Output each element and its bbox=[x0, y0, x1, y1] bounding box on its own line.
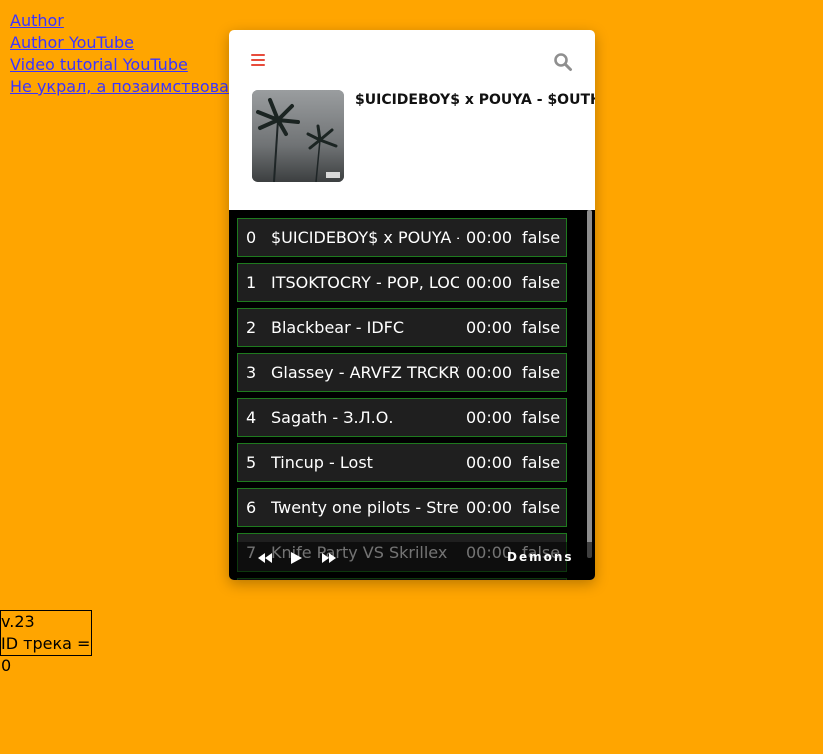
track-row[interactable]: 4 Sagath - З.Л.О. 00:00 false bbox=[237, 398, 567, 437]
track-time: 00:00 bbox=[466, 273, 513, 292]
track-list: 0 $UICIDEBOY$ x POUYA - $OUTH SIDE SUICID… bbox=[237, 218, 567, 580]
playlist-scrollbar[interactable] bbox=[587, 210, 592, 558]
track-time: 00:00 bbox=[466, 498, 513, 517]
current-track-name: Demons bbox=[507, 550, 574, 564]
track-flag: false bbox=[522, 273, 561, 292]
player-header bbox=[229, 30, 595, 92]
track-row[interactable]: 1 ITSOKTOCRY - POP, LOCK 00:00 false bbox=[237, 263, 567, 302]
track-flag: false bbox=[522, 453, 561, 472]
player-controls: Demons bbox=[229, 542, 595, 580]
track-row[interactable]: 6 Twenty one pilots - Stressed Out 00:00 fa… bbox=[237, 488, 567, 527]
track-name: Blackbear - IDFC bbox=[271, 318, 405, 337]
album-cover bbox=[252, 90, 344, 182]
playlist[interactable]: 0 $UICIDEBOY$ x POUYA - $OUTH SIDE SUICID… bbox=[229, 210, 595, 580]
track-name: $UICIDEBOY$ x POUYA - $OUTH SIDE SUICIDE bbox=[271, 228, 459, 247]
track-time: 00:00 bbox=[466, 228, 513, 247]
fast-forward-icon[interactable] bbox=[321, 552, 337, 564]
track-number: 6 bbox=[246, 498, 257, 517]
track-row[interactable]: 0 $UICIDEBOY$ x POUYA - $OUTH SIDE SUICID… bbox=[237, 218, 567, 257]
track-time: 00:00 bbox=[466, 318, 513, 337]
track-id-label: ID трека = 0 bbox=[1, 634, 91, 675]
track-time: 00:00 bbox=[466, 363, 513, 382]
track-row[interactable]: 3 Glassey - ARVFZ TRCKRTRS 00:00 false bbox=[237, 353, 567, 392]
now-playing-title: $UICIDEBOY$ x POUYA - $OUTH SIDE SUICIDE bbox=[355, 92, 595, 108]
track-flag: false bbox=[522, 318, 561, 337]
track-time: 00:00 bbox=[466, 408, 513, 427]
debug-info: v.23 ID трека = 0 bbox=[0, 610, 92, 675]
track-flag: false bbox=[522, 408, 561, 427]
track-name: Sagath - З.Л.О. bbox=[271, 408, 394, 427]
track-row[interactable]: 2 Blackbear - IDFC 00:00 false bbox=[237, 308, 567, 347]
track-number: 1 bbox=[246, 273, 257, 292]
hamburger-menu-icon[interactable] bbox=[251, 54, 265, 68]
version-label: v.23 bbox=[1, 612, 35, 631]
play-icon[interactable] bbox=[289, 551, 303, 565]
track-number: 0 bbox=[246, 228, 257, 247]
track-flag: false bbox=[522, 498, 561, 517]
track-row[interactable]: 5 Tincup - Lost 00:00 false bbox=[237, 443, 567, 482]
track-flag: false bbox=[522, 363, 561, 382]
track-name: ITSOKTOCRY - POP, LOCK bbox=[271, 273, 459, 292]
track-name: Glassey - ARVFZ TRCKRTRS bbox=[271, 363, 459, 382]
track-number: 3 bbox=[246, 363, 257, 382]
track-number: 2 bbox=[246, 318, 257, 337]
track-name: Twenty one pilots - Stressed Out bbox=[271, 498, 459, 517]
track-time: 00:00 bbox=[466, 453, 513, 472]
music-player: $UICIDEBOY$ x POUYA - $OUTH SIDE SUICIDE… bbox=[229, 30, 595, 580]
author-link[interactable]: Author bbox=[10, 10, 270, 32]
track-name: Tincup - Lost bbox=[271, 453, 373, 472]
track-flag: false bbox=[522, 228, 561, 247]
search-icon[interactable] bbox=[553, 52, 573, 72]
track-number: 4 bbox=[246, 408, 257, 427]
rewind-icon[interactable] bbox=[257, 552, 273, 564]
track-number: 5 bbox=[246, 453, 257, 472]
